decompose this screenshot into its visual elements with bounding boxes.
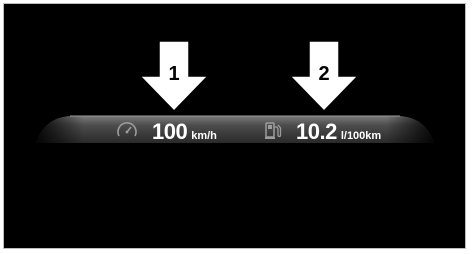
speed-readout: 100 km/h: [152, 119, 217, 145]
speed-unit: km/h: [191, 130, 217, 142]
callout-label-1: 1: [168, 63, 180, 85]
callout-arrow-2: 2: [288, 40, 360, 113]
consumption-readout: 10.2 l/100km: [296, 119, 381, 145]
consumption-unit: l/100km: [340, 130, 382, 142]
fuel-pump-icon: [265, 122, 282, 139]
speed-value: 100: [152, 119, 188, 144]
display-bar: [36, 115, 434, 143]
callout-label-2: 2: [318, 63, 330, 85]
consumption-value: 10.2: [296, 119, 337, 144]
speedometer-icon: [117, 122, 137, 137]
callout-arrow-1: 1: [138, 40, 210, 113]
